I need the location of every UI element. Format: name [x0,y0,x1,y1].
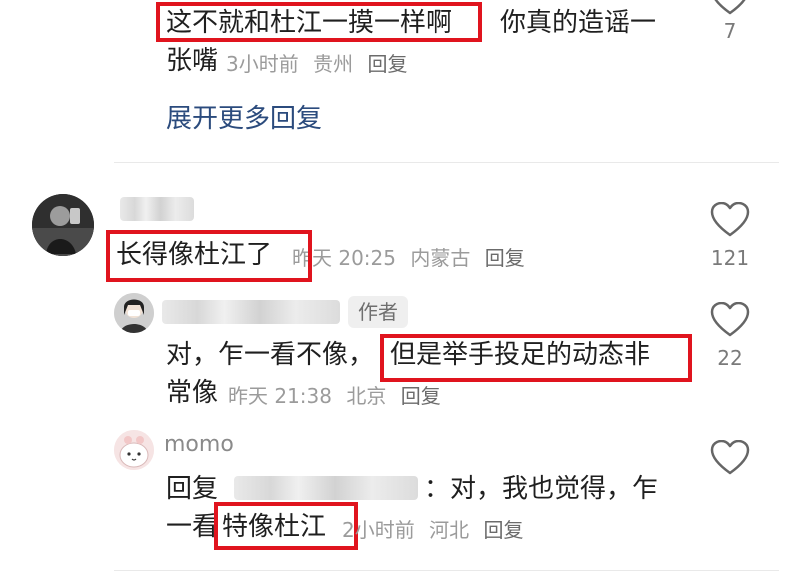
divider [114,162,779,163]
like-count: 7 [723,19,737,43]
expand-more-replies-link[interactable]: 展开更多回复 [166,98,322,135]
reply-text-line2: 常像 [166,378,219,408]
like-count: 121 [710,246,750,270]
like-count: 22 [717,346,743,370]
highlight-box [156,2,482,42]
highlight-box [214,502,358,550]
highlight-box [106,230,312,282]
username-blurred[interactable] [120,197,194,221]
reply-text: 对，乍一看不像， [166,340,375,370]
reply-button[interactable]: 回复 [401,384,441,408]
comment-meta: 昨天 20:25 内蒙古 回复 [292,242,525,271]
avatar[interactable] [114,430,154,470]
avatar-cartoon [114,430,154,470]
comment-time: 3小时前 [226,52,299,76]
like-heart-icon[interactable] [710,202,750,238]
comment-text-rest: 你真的造谣一 [500,8,657,38]
like-heart-icon[interactable] [710,440,750,476]
avatar[interactable] [32,194,94,256]
comment-meta: 3小时前 贵州 回复 [226,48,407,77]
avatar-photo [32,194,94,256]
comment-location: 贵州 [313,52,354,76]
reply-location: 河北 [429,518,470,542]
mention-username-blurred[interactable] [234,476,418,500]
reply-username[interactable]: momo [164,432,234,457]
divider [114,570,779,571]
reply-button[interactable]: 回复 [483,518,523,542]
reply-time: 2小时前 [342,518,415,542]
reply-text-line2: 一看 [166,512,219,542]
reply-location: 北京 [346,384,387,408]
avatar[interactable] [114,293,154,333]
username-blurred[interactable] [162,300,340,324]
author-badge: 作者 [348,296,408,328]
reply-button[interactable]: 回复 [485,246,525,270]
reply-meta: 昨天 21:38 北京 回复 [228,380,441,409]
comment-text-line2: 张嘴 [166,46,219,76]
highlight-box [380,334,692,382]
reply-meta: 2小时前 河北 回复 [342,514,523,543]
reply-button[interactable]: 回复 [367,52,407,76]
comment-location: 内蒙古 [410,246,471,270]
avatar-photo [114,293,154,333]
reply-text: ：对，我也觉得，乍 [424,474,659,504]
reply-prefix: 回复 [166,474,219,504]
like-heart-icon[interactable] [710,302,750,338]
reply-time: 昨天 21:38 [228,384,332,408]
like-heart-icon[interactable] [710,0,750,16]
